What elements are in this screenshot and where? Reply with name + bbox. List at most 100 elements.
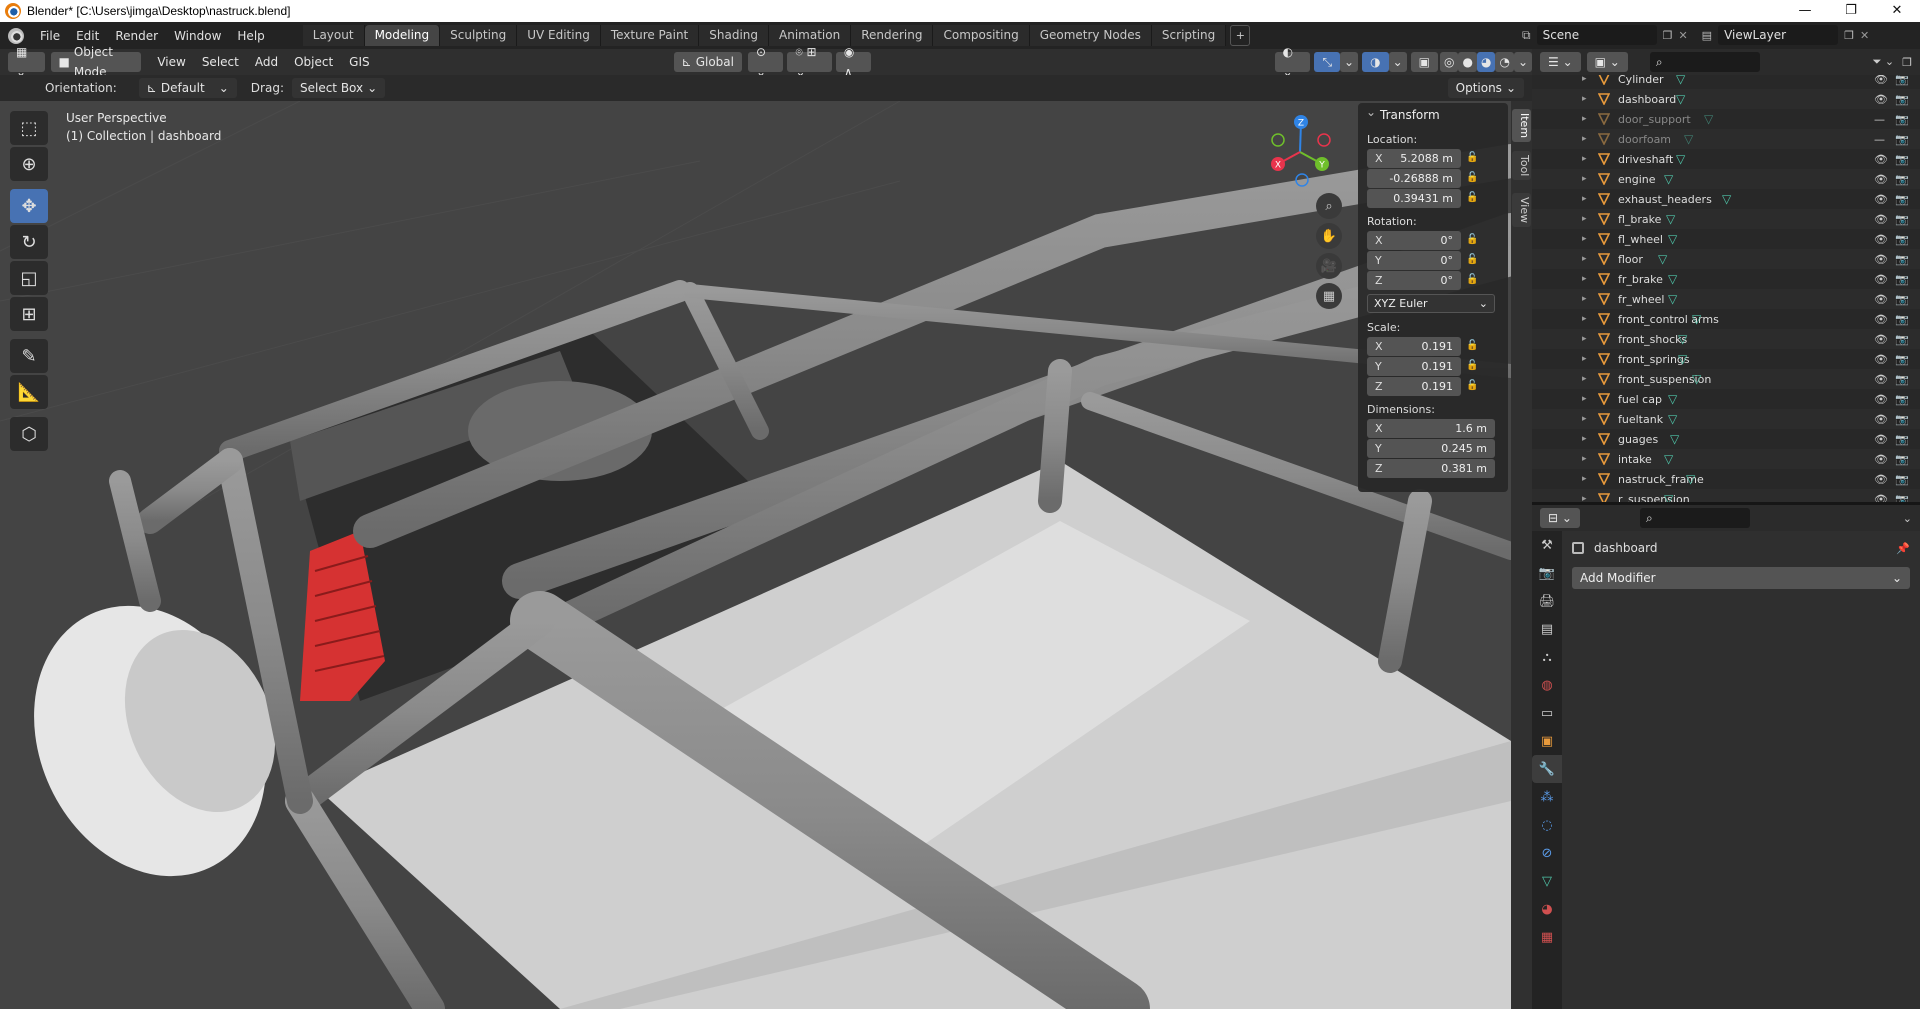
annotate-tool[interactable]: ✎ xyxy=(10,339,48,373)
tab-scene-properties[interactable]: ⛬ xyxy=(1532,643,1562,671)
transform-tool[interactable]: ⊞ xyxy=(10,297,48,331)
expand-arrow-icon[interactable]: ▸ xyxy=(1582,474,1587,484)
dimensions-x-field[interactable]: X 1.6 m xyxy=(1367,419,1495,438)
transform-orientation-selector[interactable]: ⊾ Global xyxy=(673,52,742,72)
mesh-data-icon[interactable]: ▽ xyxy=(1692,312,1701,326)
expand-arrow-icon[interactable]: ▸ xyxy=(1582,294,1587,304)
visibility-eye-icon[interactable]: 👁 xyxy=(1874,493,1888,503)
menu-file[interactable]: File xyxy=(32,29,68,43)
expand-arrow-icon[interactable]: ▸ xyxy=(1582,414,1587,424)
tab-physics-properties[interactable]: ◌ xyxy=(1532,811,1562,839)
visibility-eye-icon[interactable]: 👁 xyxy=(1874,353,1888,366)
rotation-y-field[interactable]: Y 0° xyxy=(1367,251,1461,270)
expand-arrow-icon[interactable]: ▸ xyxy=(1582,254,1587,264)
visibility-eye-icon[interactable]: 👁 xyxy=(1874,453,1888,466)
rotation-x-lock-icon[interactable]: 🔓 xyxy=(1466,234,1478,245)
expand-arrow-icon[interactable]: ▸ xyxy=(1582,194,1587,204)
tab-world-properties[interactable]: ◍ xyxy=(1532,671,1562,699)
dimensions-y-field[interactable]: Y 0.245 m xyxy=(1367,439,1495,458)
render-camera-icon[interactable]: 📷 xyxy=(1895,173,1909,186)
menu-help[interactable]: Help xyxy=(229,29,272,43)
tab-tool-properties[interactable]: ⚒ xyxy=(1532,531,1562,559)
pivot-point-button[interactable]: ⊙ ⌄ xyxy=(747,45,784,79)
expand-arrow-icon[interactable]: ▸ xyxy=(1582,314,1587,324)
visibility-eye-icon[interactable]: 👁 xyxy=(1874,333,1888,346)
camera-view-button[interactable]: 🎥 xyxy=(1316,253,1342,279)
outliner-row[interactable]: ▸ intake ▽ 👁 📷 xyxy=(1532,449,1920,469)
scale-tool[interactable]: ◱ xyxy=(10,261,48,295)
expand-arrow-icon[interactable]: ▸ xyxy=(1582,154,1587,164)
render-camera-icon[interactable]: 📷 xyxy=(1895,75,1909,86)
pin-icon[interactable]: 📌 xyxy=(1896,542,1910,555)
mode-selector[interactable]: ■ Object Mode xyxy=(50,45,142,79)
visibility-eye-icon[interactable]: 👁 xyxy=(1874,313,1888,326)
ortho-toggle-button[interactable]: ▦ xyxy=(1316,283,1342,309)
gizmo-neg-z-handle[interactable] xyxy=(1295,173,1309,187)
tab-layout[interactable]: Layout xyxy=(302,25,365,46)
overlay-dropdown[interactable]: ⌄ xyxy=(1388,52,1407,72)
mesh-data-icon[interactable]: ▽ xyxy=(1664,172,1673,186)
tab-object-properties[interactable]: ▣ xyxy=(1532,727,1562,755)
mesh-data-icon[interactable]: ▽ xyxy=(1678,352,1687,366)
new-view-layer-icon[interactable]: ❐ xyxy=(1844,29,1854,42)
render-camera-icon[interactable]: 📷 xyxy=(1895,133,1909,146)
expand-arrow-icon[interactable]: ▸ xyxy=(1582,134,1587,144)
move-tool[interactable]: ✥ xyxy=(10,189,48,223)
pan-view-button[interactable]: ✋ xyxy=(1316,223,1342,249)
visibility-eye-icon[interactable]: 👁 xyxy=(1874,213,1888,226)
tab-scripting[interactable]: Scripting xyxy=(1151,25,1227,46)
expand-arrow-icon[interactable]: ▸ xyxy=(1582,75,1587,84)
sidebar-tab-item[interactable]: Item xyxy=(1512,109,1531,143)
outliner-row[interactable]: ▸ engine ▽ 👁 📷 xyxy=(1532,169,1920,189)
outliner-row[interactable]: ▸ front_springs ▽ 👁 📷 xyxy=(1532,349,1920,369)
tab-output-properties[interactable]: 🖨 xyxy=(1532,587,1562,615)
mesh-data-icon[interactable]: ▽ xyxy=(1676,75,1685,86)
outliner-row[interactable]: ▸ door_support ▽ — 📷 xyxy=(1532,109,1920,129)
expand-arrow-icon[interactable]: ▸ xyxy=(1582,114,1587,124)
view-layer-field[interactable]: ViewLayer xyxy=(1718,25,1839,45)
visibility-eye-icon[interactable]: 👁 xyxy=(1874,173,1888,186)
remove-scene-icon[interactable]: ✕ xyxy=(1678,29,1687,42)
wireframe-shading-button[interactable]: ◎ xyxy=(1440,52,1459,72)
outliner-row[interactable]: ▸ fl_brake ▽ 👁 📷 xyxy=(1532,209,1920,229)
render-camera-icon[interactable]: 📷 xyxy=(1895,393,1909,406)
scale-y-lock-icon[interactable]: 🔓 xyxy=(1466,360,1478,371)
proportional-edit-button[interactable]: ◉ ∧ xyxy=(835,45,871,79)
outliner-row[interactable]: ▸ Cylinder ▽ 👁 📷 xyxy=(1532,75,1920,89)
render-camera-icon[interactable]: 📷 xyxy=(1895,413,1909,426)
filter-icon[interactable]: ⏷ ⌄ xyxy=(1873,55,1895,69)
gizmo-neg-y-handle[interactable] xyxy=(1271,133,1285,147)
visibility-eye-icon[interactable]: — xyxy=(1874,113,1885,126)
outliner-row[interactable]: ▸ guages ▽ 👁 📷 xyxy=(1532,429,1920,449)
tab-data-properties[interactable]: ▽ xyxy=(1532,867,1562,895)
add-cube-tool[interactable]: ⬡ xyxy=(10,417,48,451)
add-workspace-button[interactable]: + xyxy=(1230,25,1251,46)
outliner-row[interactable]: ▸ r_suspension ▽ 👁 📷 xyxy=(1532,489,1920,502)
mesh-data-icon[interactable]: ▽ xyxy=(1722,192,1731,206)
location-z-lock-icon[interactable]: 🔓 xyxy=(1466,192,1478,203)
mesh-data-icon[interactable]: ▽ xyxy=(1670,432,1679,446)
outliner-row[interactable]: ▸ front_shocks ▽ 👁 📷 xyxy=(1532,329,1920,349)
outliner-editor-type-button[interactable]: ☰ ⌄ xyxy=(1540,52,1581,72)
render-camera-icon[interactable]: 📷 xyxy=(1895,113,1909,126)
visibility-eye-icon[interactable]: 👁 xyxy=(1874,373,1888,386)
render-camera-icon[interactable]: 📷 xyxy=(1895,193,1909,206)
tab-compositing[interactable]: Compositing xyxy=(933,25,1030,46)
outliner-row[interactable]: ▸ doorfoam ▽ — 📷 xyxy=(1532,129,1920,149)
outliner-display-mode-button[interactable]: ▣ ⌄ xyxy=(1586,52,1628,72)
outliner-row[interactable]: ▸ fr_wheel ▽ 👁 📷 xyxy=(1532,289,1920,309)
scale-z-lock-icon[interactable]: 🔓 xyxy=(1466,380,1478,391)
rotation-y-lock-icon[interactable]: 🔓 xyxy=(1466,254,1478,265)
menu-view[interactable]: View xyxy=(149,52,193,72)
outliner-row[interactable]: ▸ dashboard ▽ 👁 📷 xyxy=(1532,89,1920,109)
rotation-mode-dropdown[interactable]: XYZ Euler ⌄ xyxy=(1367,294,1495,313)
tab-uv-editing[interactable]: UV Editing xyxy=(517,25,601,46)
location-z-field[interactable]: 0.39431 m xyxy=(1367,189,1461,208)
material-shading-button[interactable]: ◕ xyxy=(1476,52,1496,72)
visibility-eye-icon[interactable]: 👁 xyxy=(1874,413,1888,426)
editor-type-button[interactable]: ▦ ⌄ xyxy=(8,45,45,79)
tab-particle-properties[interactable]: ⁂ xyxy=(1532,783,1562,811)
menu-object[interactable]: Object xyxy=(286,52,341,72)
remove-view-layer-icon[interactable]: ✕ xyxy=(1860,29,1869,42)
render-camera-icon[interactable]: 📷 xyxy=(1895,253,1909,266)
